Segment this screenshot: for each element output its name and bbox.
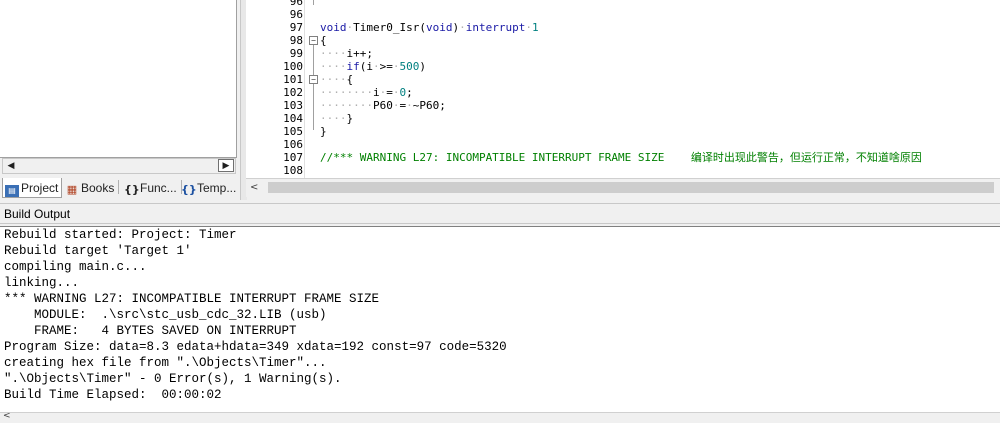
- project-pane: ◀ ▶ ▤ Project ▦ Books {}Func... {}Temp...: [0, 0, 240, 200]
- code-text: ····i++;: [320, 47, 373, 60]
- line-number: 98: [289, 34, 303, 47]
- line-number: 104: [283, 112, 303, 125]
- code-line: 104 ····}: [246, 112, 1000, 125]
- code-line: 96: [246, 0, 1000, 8]
- code-line: 103 ········P60·=·~P60;: [246, 99, 1000, 112]
- project-tree[interactable]: [0, 0, 237, 158]
- templates-icon: {}: [181, 183, 197, 196]
- scrollbar-thumb[interactable]: [268, 182, 994, 193]
- line-number: 105: [283, 125, 303, 138]
- books-icon: ▦: [66, 183, 78, 196]
- tab-project-label: Project: [21, 181, 59, 195]
- output-line: creating hex file from ".\Objects\Timer"…: [4, 356, 327, 370]
- code-line: 100 ····if(i·>=·500): [246, 60, 1000, 73]
- code-line: 105 }: [246, 125, 1000, 138]
- line-number: 97: [289, 21, 303, 34]
- functions-icon: {}: [124, 183, 140, 196]
- code-text: ····{: [320, 73, 354, 86]
- fold-toggle-icon[interactable]: −: [309, 36, 318, 45]
- output-line: MODULE: .\src\stc_usb_cdc_32.LIB (usb): [4, 308, 327, 322]
- tab-functions[interactable]: {}Func...: [122, 178, 182, 198]
- code-line: 99 ····i++;: [246, 47, 1000, 60]
- scroll-left-arrow-icon[interactable]: ◀: [4, 160, 18, 172]
- code-line: 108: [246, 164, 1000, 177]
- tab-books[interactable]: ▦ Books: [63, 178, 120, 198]
- code-line: 97 void·Timer0_Isr(void)·interrupt·1: [246, 21, 1000, 34]
- code-text: ········i·=·0;: [320, 86, 413, 99]
- code-line: 106: [246, 138, 1000, 151]
- project-icon: ▤: [5, 185, 19, 197]
- code-line: 102 ········i·=·0;: [246, 86, 1000, 99]
- line-number: 96: [289, 8, 303, 21]
- code-line: 107 //*** WARNING L27: INCOMPATIBLE INTE…: [246, 151, 1000, 164]
- code-text: ····}: [320, 112, 354, 125]
- line-number: 96: [289, 0, 303, 8]
- output-line: *** WARNING L27: INCOMPATIBLE INTERRUPT …: [4, 292, 380, 306]
- tab-templates[interactable]: {}Temp...: [179, 178, 239, 198]
- line-number: 101: [283, 73, 303, 86]
- code-editor[interactable]: 96 96 97 void·Timer0_Isr(void)·interrupt…: [246, 0, 1000, 178]
- fold-toggle-icon[interactable]: −: [309, 75, 318, 84]
- build-output-title: Build Output: [4, 207, 71, 221]
- code-text: }: [320, 125, 327, 138]
- tab-books-label: Books: [81, 181, 115, 195]
- project-pane-scrollbar[interactable]: ◀ ▶: [2, 158, 236, 174]
- code-text: ········P60·=·~P60;: [320, 99, 446, 112]
- output-line: Rebuild target 'Target 1': [4, 244, 192, 258]
- line-number: 99: [289, 47, 303, 60]
- code-line: 96: [246, 8, 1000, 21]
- code-text: void·Timer0_Isr(void)·interrupt·1: [320, 21, 539, 34]
- output-line: Program Size: data=8.3 edata+hdata=349 x…: [4, 340, 507, 354]
- line-number: 103: [283, 99, 303, 112]
- editor-horizontal-scrollbar[interactable]: <: [246, 178, 1000, 197]
- comment-text: //*** WARNING L27: INCOMPATIBLE INTERRUP…: [320, 151, 922, 164]
- tab-templates-label: Temp...: [197, 181, 237, 195]
- scroll-left-arrow-icon[interactable]: <: [250, 182, 258, 193]
- project-pane-tabs: ▤ Project ▦ Books {}Func... {}Temp...: [0, 176, 240, 200]
- scroll-left-arrow-icon[interactable]: <: [3, 411, 11, 421]
- output-line: ".\Objects\Timer" - 0 Error(s), 1 Warnin…: [4, 372, 342, 386]
- code-text: {: [320, 34, 327, 47]
- build-output-panel[interactable]: Rebuild started: Project: Timer Rebuild …: [0, 226, 1000, 413]
- output-line: FRAME: 4 BYTES SAVED ON INTERRUPT: [4, 324, 297, 338]
- build-output-scrollbar[interactable]: <: [0, 411, 1000, 423]
- output-line: compiling main.c...: [4, 260, 147, 274]
- scroll-right-arrow-icon[interactable]: ▶: [218, 159, 234, 172]
- output-line: Build Time Elapsed: 00:00:02: [4, 388, 222, 402]
- line-number: 102: [283, 86, 303, 99]
- line-number: 106: [283, 138, 303, 151]
- line-number: 108: [283, 164, 303, 177]
- output-line: Rebuild started: Project: Timer: [4, 228, 237, 242]
- code-line: 98 − {: [246, 34, 1000, 47]
- output-line: linking...: [4, 276, 80, 290]
- line-number: 107: [283, 151, 303, 164]
- code-text: ····if(i·>=·500): [320, 60, 426, 73]
- code-line: 101 − ····{: [246, 73, 1000, 86]
- line-number: 100: [283, 60, 303, 73]
- tab-functions-label: Func...: [140, 181, 177, 195]
- tab-project[interactable]: ▤ Project: [2, 178, 62, 198]
- build-output-header: Build Output: [0, 203, 1000, 224]
